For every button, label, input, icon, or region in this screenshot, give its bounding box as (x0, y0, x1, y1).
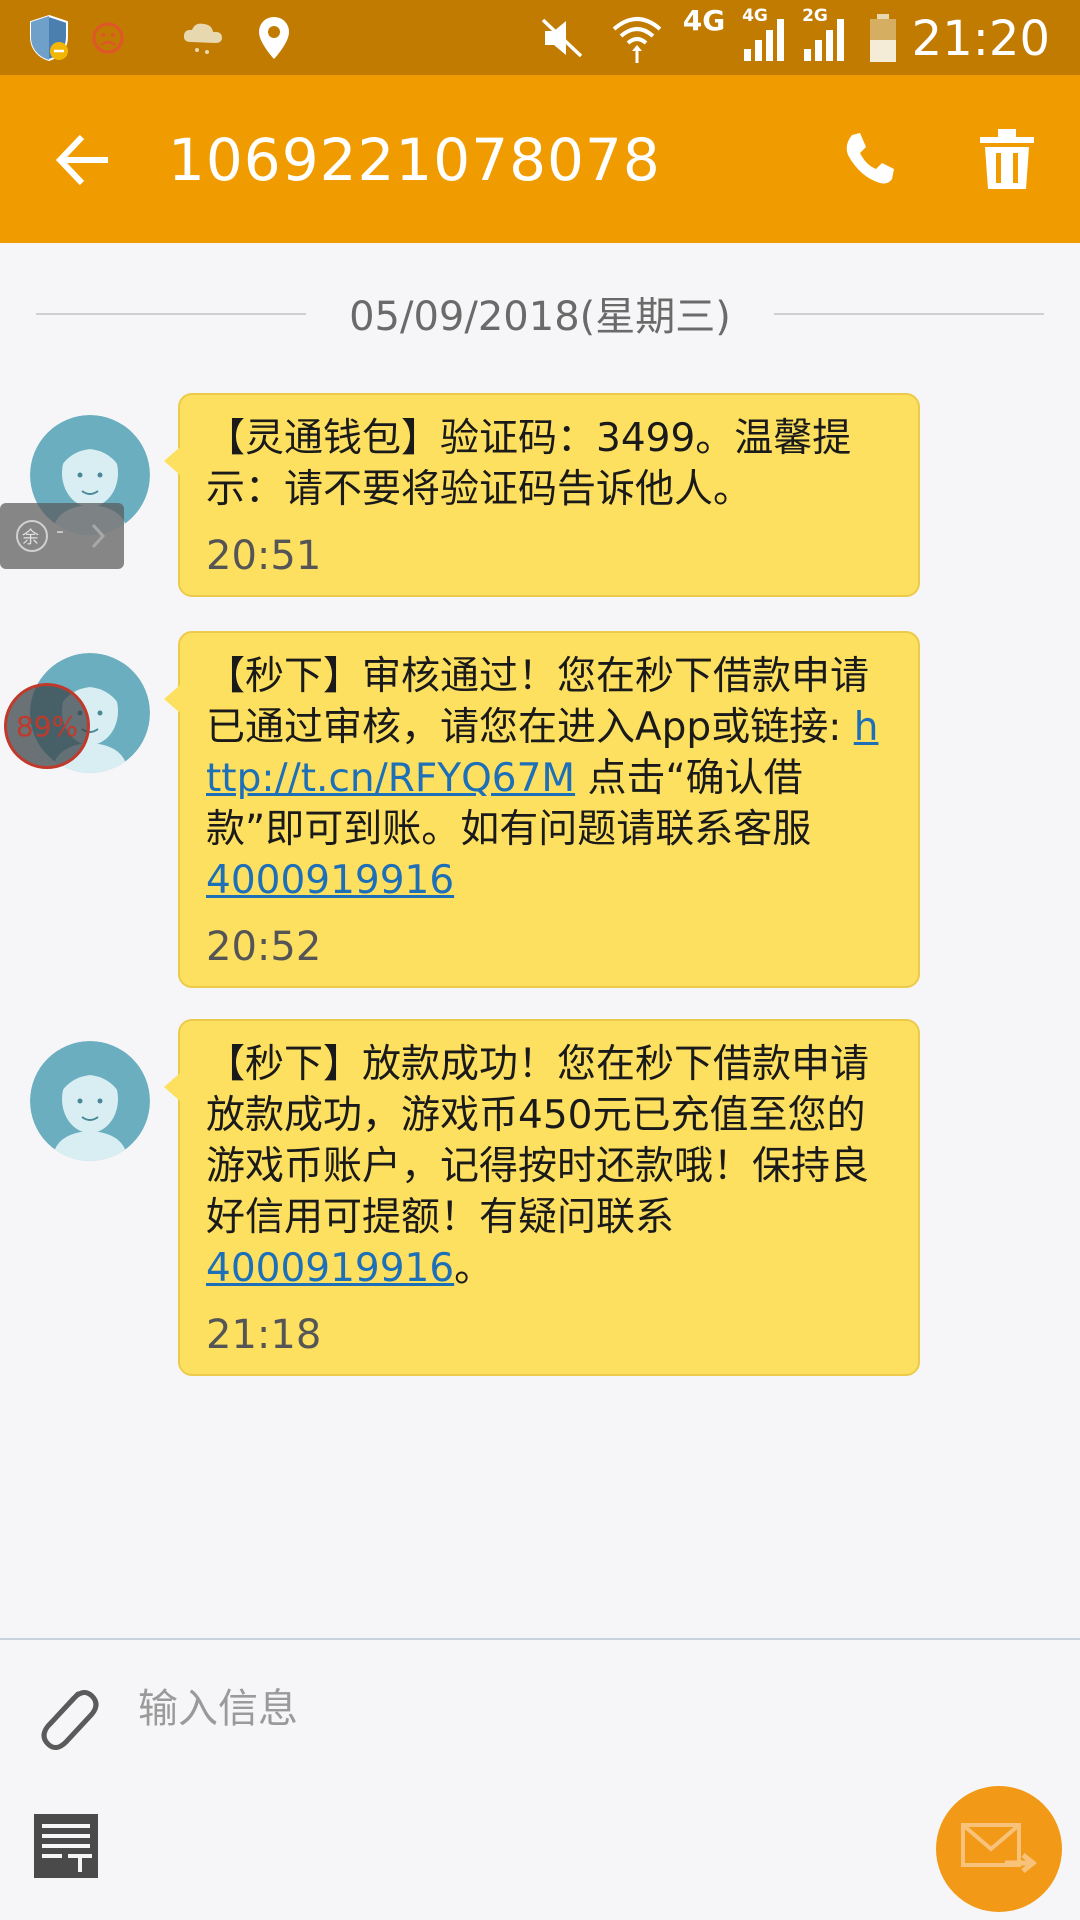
message-text-part: 【秒下】审核通过！您在秒下借款申请已通过审核，请您在进入App或链接: (206, 654, 870, 750)
contact-title: 1069221078078 (168, 126, 661, 194)
date-line-right (774, 313, 1044, 315)
location-pin-icon (256, 10, 292, 65)
date-separator: 05/09/2018(星期三) (0, 283, 1080, 343)
mute-icon (538, 10, 586, 65)
contact-avatar[interactable] (30, 1041, 150, 1161)
warning-face-icon (90, 10, 126, 65)
security-shield-icon (26, 10, 72, 65)
memory-percent: 89% (15, 709, 79, 743)
network-type-label: 4G (682, 4, 726, 37)
message-time: 21:18 (206, 1312, 322, 1358)
text-template-button[interactable] (32, 1812, 100, 1880)
message-bubble[interactable]: 【灵通钱包】验证码：3499。温馨提示：请不要将验证码告诉他人。 20:51 (164, 393, 920, 597)
message-input[interactable] (138, 1674, 898, 1744)
chip-dash: - (56, 519, 64, 544)
wifi-icon (610, 10, 664, 65)
message-text-part: 。 (454, 1246, 494, 1291)
paperclip-icon (41, 1690, 99, 1750)
message-phone-link[interactable]: 4000919916 (206, 1246, 454, 1291)
person-avatar-icon (30, 1041, 150, 1161)
message-phone-link[interactable]: 4000919916 (206, 858, 454, 903)
date-label: 05/09/2018(星期三) (329, 284, 751, 342)
message-text: 【秒下】审核通过！您在秒下借款申请已通过审核，请您在进入App或链接: http… (206, 651, 892, 906)
send-message-icon (961, 1823, 1038, 1873)
message-text-part: 【秒下】放款成功！您在秒下借款申请放款成功，游戏币450元已充值至您的游戏币账户… (206, 1042, 870, 1240)
message-bubble[interactable]: 【秒下】放款成功！您在秒下借款申请放款成功，游戏币450元已充值至您的游戏币账户… (164, 1019, 920, 1376)
compose-bar (0, 1638, 1080, 1920)
message-bubble[interactable]: 【秒下】审核通过！您在秒下借款申请已通过审核，请您在进入App或链接: http… (164, 631, 920, 988)
status-bar: 4G 4G 2G 21:20 (0, 0, 1080, 75)
delete-button[interactable] (978, 127, 1036, 191)
send-button[interactable] (936, 1786, 1062, 1912)
message-time: 20:52 (206, 924, 322, 970)
sim2-label: 2G (802, 6, 828, 26)
date-line-left (36, 313, 306, 315)
message-time: 20:51 (206, 533, 322, 579)
trash-icon (980, 129, 1034, 189)
message-thread[interactable]: 05/09/2018(星期三) 【灵通钱包】验证码：3499。温馨提示：请不要将… (0, 243, 1080, 1638)
back-button[interactable] (52, 129, 114, 191)
attach-button[interactable] (30, 1680, 102, 1758)
cloud-rain-icon (180, 10, 226, 65)
text-template-icon (34, 1814, 98, 1878)
call-button[interactable] (838, 129, 898, 189)
arrow-left-icon (55, 134, 108, 186)
battery-icon (866, 10, 900, 65)
floating-widget-chip[interactable]: 余 - (0, 503, 124, 569)
phone-icon (846, 133, 894, 184)
sim1-label: 4G (742, 6, 768, 26)
floating-memory-badge[interactable]: 89% (4, 683, 90, 769)
message-text: 【秒下】放款成功！您在秒下借款申请放款成功，游戏币450元已充值至您的游戏币账户… (206, 1039, 892, 1294)
status-time: 21:20 (911, 11, 1050, 67)
message-text: 【灵通钱包】验证码：3499。温馨提示：请不要将验证码告诉他人。 (206, 416, 852, 512)
app-bar: 1069221078078 (0, 75, 1080, 243)
chip-label: 余 (22, 528, 39, 548)
